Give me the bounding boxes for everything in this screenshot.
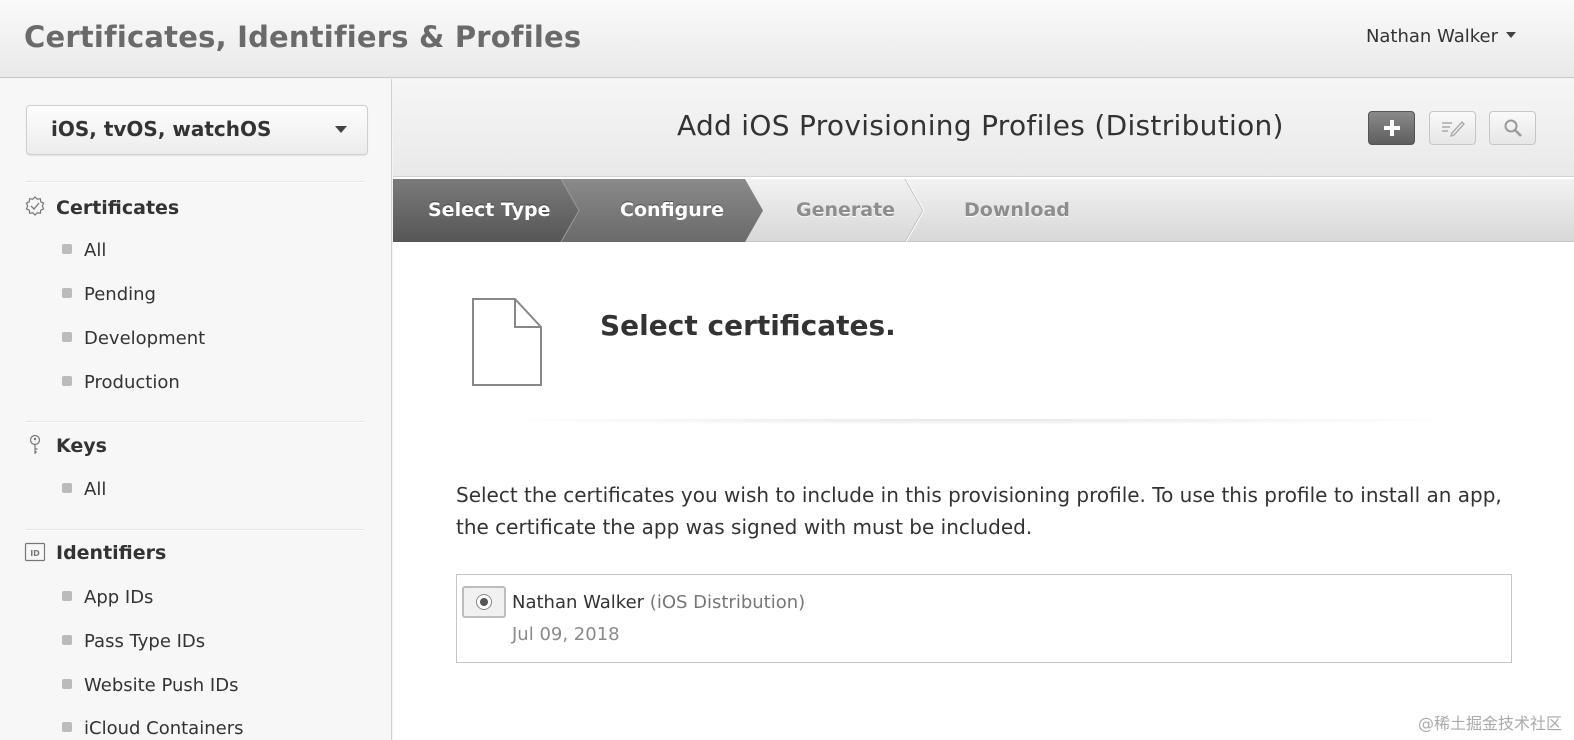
certificate-radio[interactable]: [462, 586, 506, 618]
main-header: Add iOS Provisioning Profiles (Distribut…: [393, 79, 1574, 177]
search-button[interactable]: [1489, 111, 1536, 145]
edit-icon: [1441, 120, 1465, 137]
section-keys[interactable]: Keys: [24, 434, 107, 463]
id-card-icon: ID: [24, 542, 46, 561]
main-panel: Add iOS Provisioning Profiles (Distribut…: [393, 79, 1574, 740]
certificate-list: Nathan Walker (iOS Distribution) Jul 09,…: [456, 574, 1512, 663]
step-separator: [904, 179, 924, 242]
edit-button[interactable]: [1429, 111, 1476, 145]
watermark: @稀土掘金技术社区: [1417, 714, 1562, 733]
certificate-name: Nathan Walker (iOS Distribution): [512, 592, 805, 613]
bullet-icon: [62, 591, 72, 601]
bullet-icon: [62, 376, 72, 386]
sidebar-item-label: All: [84, 240, 107, 261]
step-separator: [905, 179, 925, 242]
sidebar: iOS, tvOS, watchOS Certificates All Pend…: [0, 79, 392, 740]
document-icon: [472, 298, 542, 386]
sidebar-item-certificates-all[interactable]: All: [62, 240, 106, 266]
sidebar-divider: [26, 181, 364, 183]
sidebar-item-label: Production: [84, 372, 180, 393]
section-certificates[interactable]: Certificates: [24, 195, 180, 225]
sidebar-item-icloud-containers[interactable]: iCloud Containers: [62, 718, 243, 740]
bullet-icon: [62, 635, 72, 645]
bullet-icon: [62, 244, 72, 254]
section-title: Keys: [56, 435, 107, 457]
sidebar-item-label: Pending: [84, 284, 156, 305]
section-title: Certificates: [56, 197, 180, 219]
certificate-type: (iOS Distribution): [649, 592, 806, 613]
certificate-date: Jul 09, 2018: [512, 624, 620, 645]
sidebar-item-label: Pass Type IDs: [84, 631, 206, 652]
sidebar-item-website-push-ids[interactable]: Website Push IDs: [62, 675, 238, 701]
sidebar-item-app-ids[interactable]: App IDs: [62, 587, 153, 613]
user-menu[interactable]: Nathan Walker: [1366, 26, 1516, 47]
page-title: Add iOS Provisioning Profiles (Distribut…: [677, 109, 1284, 142]
top-header: Certificates, Identifiers & Profiles Nat…: [0, 0, 1574, 78]
plus-icon: [1383, 120, 1400, 136]
sidebar-item-label: Website Push IDs: [84, 675, 239, 696]
step-select-type: Select Type: [428, 199, 551, 221]
caret-down-icon: [335, 126, 347, 133]
sidebar-item-label: iCloud Containers: [84, 718, 244, 739]
sidebar-item-development[interactable]: Development: [62, 328, 205, 354]
instructions-text: Select the certificates you wish to incl…: [456, 483, 1502, 539]
section-title: Identifiers: [56, 542, 167, 564]
section-heading: Select certificates.: [600, 309, 896, 342]
radio-selected-icon: [476, 594, 492, 610]
sidebar-divider: [26, 421, 364, 423]
sidebar-item-pending[interactable]: Pending: [62, 284, 156, 310]
key-icon: [29, 434, 41, 454]
app-title: Certificates, Identifiers & Profiles: [24, 20, 582, 54]
sidebar-divider: [26, 529, 364, 531]
bullet-icon: [62, 679, 72, 689]
add-button[interactable]: [1368, 111, 1415, 145]
search-icon: [1504, 119, 1522, 137]
sidebar-item-production[interactable]: Production: [62, 372, 180, 398]
user-name: Nathan Walker: [1365, 26, 1498, 47]
bullet-icon: [62, 483, 72, 493]
bullet-icon: [62, 288, 72, 298]
bullet-icon: [62, 332, 72, 342]
svg-text:ID: ID: [30, 549, 40, 558]
sidebar-item-label: All: [84, 479, 107, 500]
sidebar-item-label: App IDs: [84, 587, 154, 608]
step-download: Download: [964, 199, 1070, 221]
sidebar-item-pass-type-ids[interactable]: Pass Type IDs: [62, 631, 205, 657]
certificate-owner: Nathan Walker: [512, 592, 645, 613]
certificate-badge-icon: [25, 195, 45, 216]
step-configure: Configure: [620, 199, 724, 221]
caret-down-icon: [1506, 32, 1516, 38]
section-identifiers[interactable]: ID Identifiers: [24, 542, 166, 570]
content-divider: [467, 419, 1489, 425]
step-generate: Generate: [796, 199, 896, 221]
sidebar-item-keys-all[interactable]: All: [62, 479, 106, 505]
platform-select-value: iOS, tvOS, watchOS: [51, 117, 272, 141]
wizard-steps: Select Type Configure Generate Download: [393, 179, 1574, 242]
bullet-icon: [62, 722, 72, 732]
platform-select[interactable]: iOS, tvOS, watchOS: [26, 105, 368, 155]
sidebar-item-label: Development: [84, 328, 206, 349]
